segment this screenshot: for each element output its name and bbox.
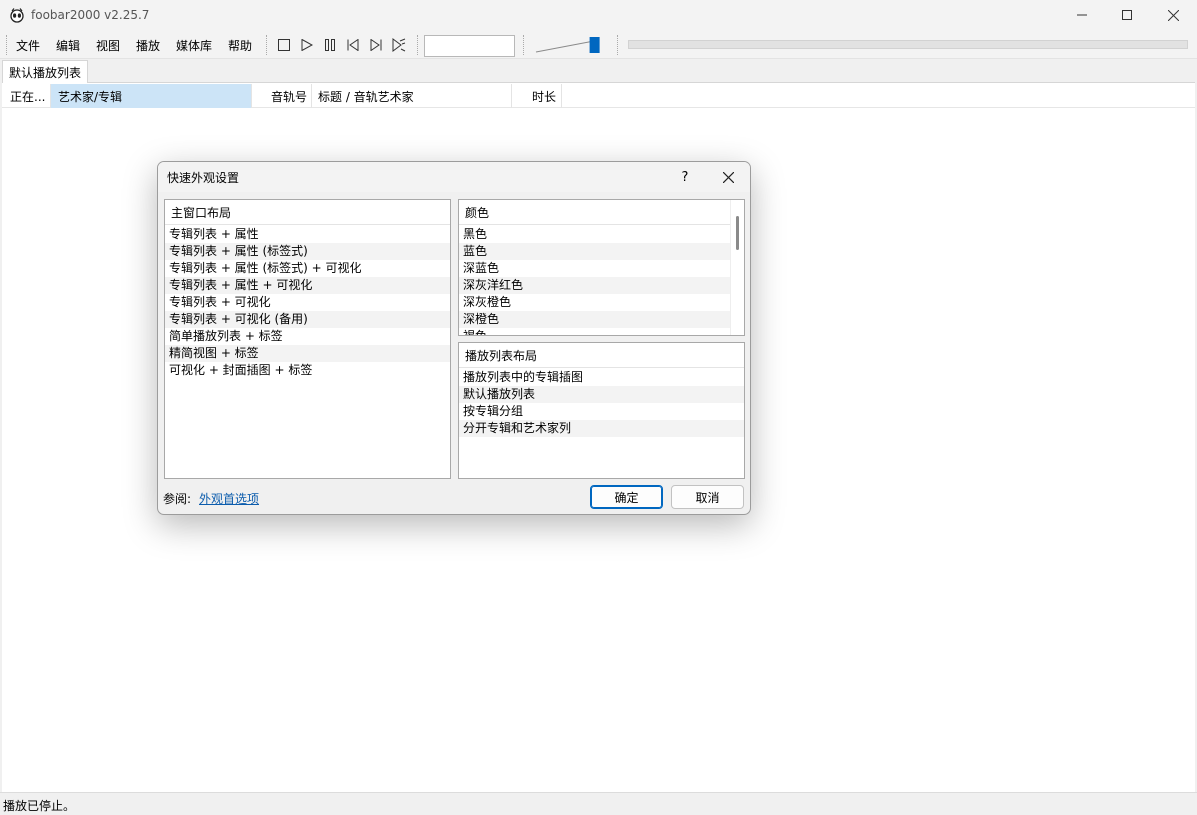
see-also-label: 参阅: <box>163 492 192 506</box>
menu-view[interactable]: 视图 <box>96 37 120 54</box>
play-button[interactable] <box>298 36 316 54</box>
dialog-title-bar: 快速外观设置 ? <box>158 162 750 192</box>
playlist-layout-item[interactable]: 分开专辑和艺术家列 <box>459 420 744 437</box>
list-header: 播放列表布局 <box>459 343 744 368</box>
layout-list-item[interactable]: 专辑列表 + 属性 <box>165 226 450 243</box>
window-title: foobar2000 v2.25.7 <box>31 8 150 22</box>
close-window-button[interactable] <box>1150 0 1196 30</box>
column-duration[interactable]: 时长 <box>512 84 562 108</box>
random-button[interactable] <box>390 36 408 54</box>
color-list-item[interactable]: 深蓝色 <box>459 260 730 277</box>
playlist-tabs: 默认播放列表 <box>0 59 1197 83</box>
menu-help[interactable]: 帮助 <box>228 37 252 54</box>
volume-thumb[interactable] <box>589 37 600 53</box>
layout-items: 专辑列表 + 属性 专辑列表 + 属性 (标签式) 专辑列表 + 属性 (标签式) … <box>165 226 450 478</box>
color-list-item[interactable]: 褐色 <box>459 328 730 335</box>
color-items: 黑色蓝色深蓝色深灰洋红色深灰橙色深橙色褐色 <box>459 226 730 335</box>
color-list-item[interactable]: 深灰橙色 <box>459 294 730 311</box>
foobar-app-icon <box>9 7 25 23</box>
color-list-scrollbar[interactable] <box>730 200 744 335</box>
title-bar: foobar2000 v2.25.7 <box>0 0 1197 30</box>
toolbar-grip[interactable] <box>617 35 619 55</box>
playlist-layout-item[interactable]: 默认播放列表 <box>459 386 744 403</box>
layout-list-item[interactable]: 专辑列表 + 可视化 <box>165 294 450 311</box>
minimize-button[interactable] <box>1059 0 1105 30</box>
color-scheme-list[interactable]: 颜色 黑色蓝色深蓝色深灰洋红色深灰橙色深橙色褐色 <box>458 199 745 336</box>
stop-button[interactable] <box>275 36 293 54</box>
ok-button[interactable]: 确定 <box>590 485 663 509</box>
list-header: 颜色 <box>459 200 744 225</box>
playlist-layout-items: 播放列表中的专辑插图 默认播放列表 按专辑分组 分开专辑和艺术家列 <box>459 369 744 478</box>
layout-list-item[interactable]: 简单播放列表 + 标签 <box>165 328 450 345</box>
layout-list-item[interactable]: 专辑列表 + 属性 (标签式) + 可视化 <box>165 260 450 277</box>
status-bar: 播放已停止。 <box>0 792 1197 815</box>
playback-order-box[interactable] <box>424 35 515 57</box>
previous-button[interactable] <box>344 36 362 54</box>
maximize-button[interactable] <box>1104 0 1150 30</box>
menu-playback[interactable]: 播放 <box>136 37 160 54</box>
random-icon <box>392 38 406 52</box>
toolbar-grip[interactable] <box>6 35 8 55</box>
menu-edit[interactable]: 编辑 <box>56 37 80 54</box>
layout-list-item[interactable]: 专辑列表 + 属性 + 可视化 <box>165 277 450 294</box>
stop-icon <box>278 39 290 51</box>
color-list-item[interactable]: 深灰洋红色 <box>459 277 730 294</box>
cancel-button[interactable]: 取消 <box>671 485 744 509</box>
playlist-column-header: 正在... 艺术家/专辑 音轨号 标题 / 音轨艺术家 时长 <box>2 84 1195 108</box>
layout-list-item[interactable]: 可视化 + 封面插图 + 标签 <box>165 362 450 379</box>
tab-default-playlist[interactable]: 默认播放列表 <box>2 60 89 83</box>
playlist-layout-item[interactable]: 按专辑分组 <box>459 403 744 420</box>
toolbar-grip[interactable] <box>523 35 525 55</box>
close-icon <box>722 171 734 183</box>
pause-icon <box>325 39 335 51</box>
play-icon <box>301 39 313 51</box>
scrollbar-thumb[interactable] <box>736 216 739 250</box>
color-list-item[interactable]: 蓝色 <box>459 243 730 260</box>
menu-file[interactable]: 文件 <box>16 37 40 54</box>
color-list-item[interactable]: 深橙色 <box>459 311 730 328</box>
pause-button[interactable] <box>321 36 339 54</box>
menu-toolbar: 文件 编辑 视图 播放 媒体库 帮助 <box>0 30 1197 59</box>
main-window-layout-list[interactable]: 主窗口布局 专辑列表 + 属性 专辑列表 + 属性 (标签式) 专辑列表 + 属性 … <box>164 199 451 479</box>
appearance-preferences-link[interactable]: 外观首选项 <box>199 490 259 507</box>
previous-icon <box>347 39 359 51</box>
layout-list-item[interactable]: 专辑列表 + 属性 (标签式) <box>165 243 450 260</box>
layout-list-item[interactable]: 精简视图 + 标签 <box>165 345 450 362</box>
toolbar-grip[interactable] <box>417 35 419 55</box>
next-icon <box>370 39 382 51</box>
dialog-title: 快速外观设置 <box>167 171 240 185</box>
column-now-playing[interactable]: 正在... <box>2 84 51 108</box>
playlist-layout-list[interactable]: 播放列表布局 播放列表中的专辑插图 默认播放列表 按专辑分组 分开专辑和艺术家列 <box>458 342 745 479</box>
next-button[interactable] <box>367 36 385 54</box>
volume-slider[interactable] <box>532 34 608 56</box>
seek-bar[interactable] <box>628 40 1188 49</box>
toolbar-grip[interactable] <box>266 35 268 55</box>
layout-list-item[interactable]: 专辑列表 + 可视化 (备用) <box>165 311 450 328</box>
color-list-item[interactable]: 黑色 <box>459 226 730 243</box>
dialog-close-button[interactable] <box>713 162 743 192</box>
status-text: 播放已停止。 <box>3 799 76 813</box>
column-artist-album[interactable]: 艺术家/专辑 <box>51 84 252 108</box>
column-title-track-artist[interactable]: 标题 / 音轨艺术家 <box>312 84 512 108</box>
help-button[interactable]: ? <box>670 162 700 192</box>
column-track-number[interactable]: 音轨号 <box>252 84 312 108</box>
playlist-layout-item[interactable]: 播放列表中的专辑插图 <box>459 369 744 386</box>
menu-library[interactable]: 媒体库 <box>176 37 212 54</box>
quick-appearance-dialog: 快速外观设置 ? 主窗口布局 专辑列表 + 属性 专辑列表 + 属性 (标签式) 专… <box>157 161 751 515</box>
list-header: 主窗口布局 <box>165 200 450 225</box>
